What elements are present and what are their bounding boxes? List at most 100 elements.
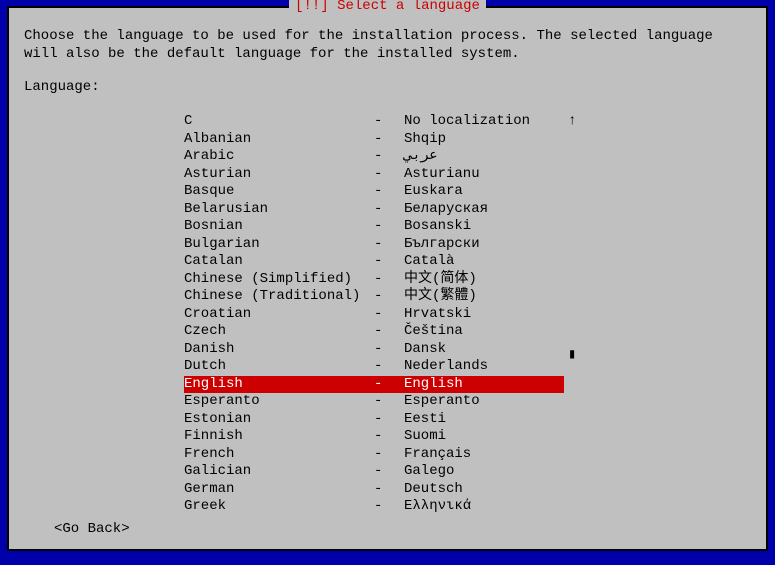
language-name: Basque <box>184 183 374 201</box>
separator: - <box>374 393 404 411</box>
language-label: Language: <box>24 79 751 95</box>
language-native: Shqip <box>404 131 564 149</box>
language-option[interactable]: Croatian- Hrvatski <box>184 306 564 324</box>
language-name: Galician <box>184 463 374 481</box>
language-list[interactable]: C- No localizationAlbanian- ShqipArabic-… <box>184 113 564 516</box>
language-name: Belarusian <box>184 201 374 219</box>
separator: - <box>374 166 404 184</box>
language-name: Arabic <box>184 148 374 166</box>
language-option[interactable]: Chinese (Simplified)- 中文(简体) <box>184 271 564 289</box>
language-name: Albanian <box>184 131 374 149</box>
language-native: عربي <box>404 148 564 166</box>
language-name: Dutch <box>184 358 374 376</box>
language-option[interactable]: German- Deutsch <box>184 481 564 499</box>
separator: - <box>374 358 404 376</box>
language-name: Asturian <box>184 166 374 184</box>
separator: - <box>374 428 404 446</box>
language-native: Eesti <box>404 411 564 429</box>
language-name: Finnish <box>184 428 374 446</box>
language-native: Čeština <box>404 323 564 341</box>
language-option[interactable]: Chinese (Traditional)- 中文(繁體) <box>184 288 564 306</box>
language-native: Български <box>404 236 564 254</box>
language-native: Ελληνικά <box>404 498 564 516</box>
language-native: Hrvatski <box>404 306 564 324</box>
language-option[interactable]: English- English <box>184 376 564 394</box>
language-option[interactable]: Bulgarian- Български <box>184 236 564 254</box>
language-native: Беларуская <box>404 201 564 219</box>
language-native: 中文(繁體) <box>404 288 564 306</box>
language-option[interactable]: Czech- Čeština <box>184 323 564 341</box>
separator: - <box>374 288 404 306</box>
separator: - <box>374 148 404 166</box>
language-native: Bosanski <box>404 218 564 236</box>
separator: - <box>374 183 404 201</box>
language-native: 中文(简体) <box>404 271 564 289</box>
separator: - <box>374 341 404 359</box>
separator: - <box>374 236 404 254</box>
language-name: Esperanto <box>184 393 374 411</box>
dialog-title: [!!] Select a language <box>289 0 486 14</box>
language-native: English <box>404 376 564 394</box>
language-name: Bosnian <box>184 218 374 236</box>
separator: - <box>374 463 404 481</box>
language-name: Danish <box>184 341 374 359</box>
language-option[interactable]: Esperanto- Esperanto <box>184 393 564 411</box>
separator: - <box>374 218 404 236</box>
language-name: German <box>184 481 374 499</box>
language-option[interactable]: Belarusian- Беларуская <box>184 201 564 219</box>
go-back-button[interactable]: <Go Back> <box>54 521 130 537</box>
intro-text: Choose the language to be used for the i… <box>24 28 751 63</box>
language-option[interactable]: Basque- Euskara <box>184 183 564 201</box>
separator: - <box>374 201 404 219</box>
language-option[interactable]: Galician- Galego <box>184 463 564 481</box>
language-name: Czech <box>184 323 374 341</box>
language-name: Catalan <box>184 253 374 271</box>
language-name: English <box>184 376 374 394</box>
language-list-area: C- No localizationAlbanian- ShqipArabic-… <box>184 113 751 516</box>
language-option[interactable]: Finnish- Suomi <box>184 428 564 446</box>
language-option[interactable]: Albanian- Shqip <box>184 131 564 149</box>
separator: - <box>374 131 404 149</box>
language-native: Euskara <box>404 183 564 201</box>
language-name: Estonian <box>184 411 374 429</box>
language-option[interactable]: Arabic- عربي <box>184 148 564 166</box>
language-option[interactable]: Catalan- Català <box>184 253 564 271</box>
language-name: C <box>184 113 374 131</box>
language-dialog: [!!] Select a language Choose the langua… <box>7 6 768 551</box>
language-option[interactable]: Bosnian- Bosanski <box>184 218 564 236</box>
language-name: Bulgarian <box>184 236 374 254</box>
language-native: Asturianu <box>404 166 564 184</box>
language-native: Esperanto <box>404 393 564 411</box>
language-option[interactable]: French- Français <box>184 446 564 464</box>
scrollbar[interactable]: ↑ ▮ <box>568 113 576 516</box>
language-option[interactable]: Estonian- Eesti <box>184 411 564 429</box>
language-option[interactable]: Danish- Dansk <box>184 341 564 359</box>
language-option[interactable]: Greek- Ελληνικά <box>184 498 564 516</box>
separator: - <box>374 446 404 464</box>
language-native: Galego <box>404 463 564 481</box>
language-name: Croatian <box>184 306 374 324</box>
language-name: Chinese (Traditional) <box>184 288 374 306</box>
language-native: Français <box>404 446 564 464</box>
separator: - <box>374 498 404 516</box>
separator: - <box>374 113 404 131</box>
language-native: Deutsch <box>404 481 564 499</box>
language-native: Català <box>404 253 564 271</box>
separator: - <box>374 271 404 289</box>
language-native: Dansk <box>404 341 564 359</box>
dialog-title-wrap: [!!] Select a language <box>9 0 766 14</box>
language-name: Greek <box>184 498 374 516</box>
scroll-thumb-icon[interactable]: ▮ <box>568 347 576 365</box>
separator: - <box>374 323 404 341</box>
dialog-content: Choose the language to be used for the i… <box>9 8 766 531</box>
language-name: Chinese (Simplified) <box>184 271 374 289</box>
language-option[interactable]: C- No localization <box>184 113 564 131</box>
separator: - <box>374 306 404 324</box>
language-option[interactable]: Asturian- Asturianu <box>184 166 564 184</box>
language-native: Suomi <box>404 428 564 446</box>
language-option[interactable]: Dutch- Nederlands <box>184 358 564 376</box>
separator: - <box>374 253 404 271</box>
separator: - <box>374 376 404 394</box>
language-native: No localization <box>404 113 564 131</box>
scroll-up-icon[interactable]: ↑ <box>568 113 576 131</box>
